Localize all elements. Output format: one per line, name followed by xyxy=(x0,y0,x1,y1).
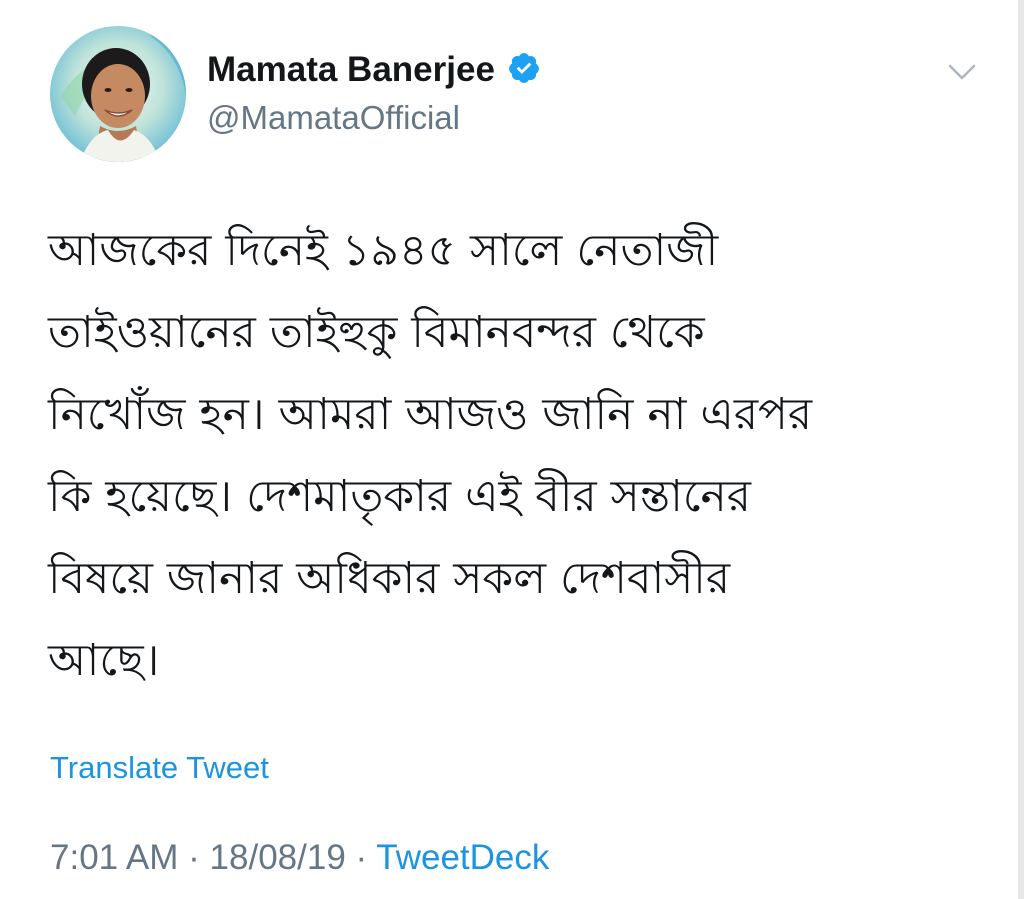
avatar-image xyxy=(50,26,186,162)
meta-separator: · xyxy=(355,838,368,877)
author-block: Mamata Banerjee @MamataOfficial xyxy=(207,50,541,138)
tweet-metadata: 7:01 AM · 18/08/19 · TweetDeck xyxy=(50,836,549,880)
tweet-text-line: আছে। xyxy=(48,635,160,686)
meta-separator: · xyxy=(188,838,200,877)
tweet-text-line: বিষয়ে জানার অধিকার সকল দেশবাসীর xyxy=(48,553,731,604)
tweet-text-line: তাইওয়ানের তাইহুকু বিমানবন্দর থেকে xyxy=(48,307,705,358)
tweet-text-line: আজকের দিনেই ১৯৪৫ সালে নেতাজী xyxy=(48,225,719,276)
tweet-time[interactable]: 7:01 AM xyxy=(50,838,178,877)
tweet-text-line: নিখোঁজ হন। আমরা আজও জানি না এরপর xyxy=(48,389,813,440)
chevron-down-icon[interactable] xyxy=(946,58,978,86)
avatar[interactable] xyxy=(50,26,186,162)
display-name[interactable]: Mamata Banerjee xyxy=(207,50,495,90)
tweet-date[interactable]: 18/08/19 xyxy=(210,838,346,877)
author-handle[interactable]: @MamataOfficial xyxy=(207,98,541,138)
verified-badge-icon xyxy=(507,51,541,85)
tweet-source-link[interactable]: TweetDeck xyxy=(376,838,549,877)
tweet-header: Mamata Banerjee @MamataOfficial xyxy=(50,26,990,166)
translate-tweet-link[interactable]: Translate Tweet xyxy=(50,748,269,788)
tweet-text-line: কি হয়েছে। দেশমাতৃকার এই বীর সন্তানের xyxy=(48,471,751,522)
tweet-text: আজকের দিনেই ১৯৪৫ সালে নেতাজী তাইওয়ানের … xyxy=(48,210,978,702)
window-edge xyxy=(1018,0,1024,899)
